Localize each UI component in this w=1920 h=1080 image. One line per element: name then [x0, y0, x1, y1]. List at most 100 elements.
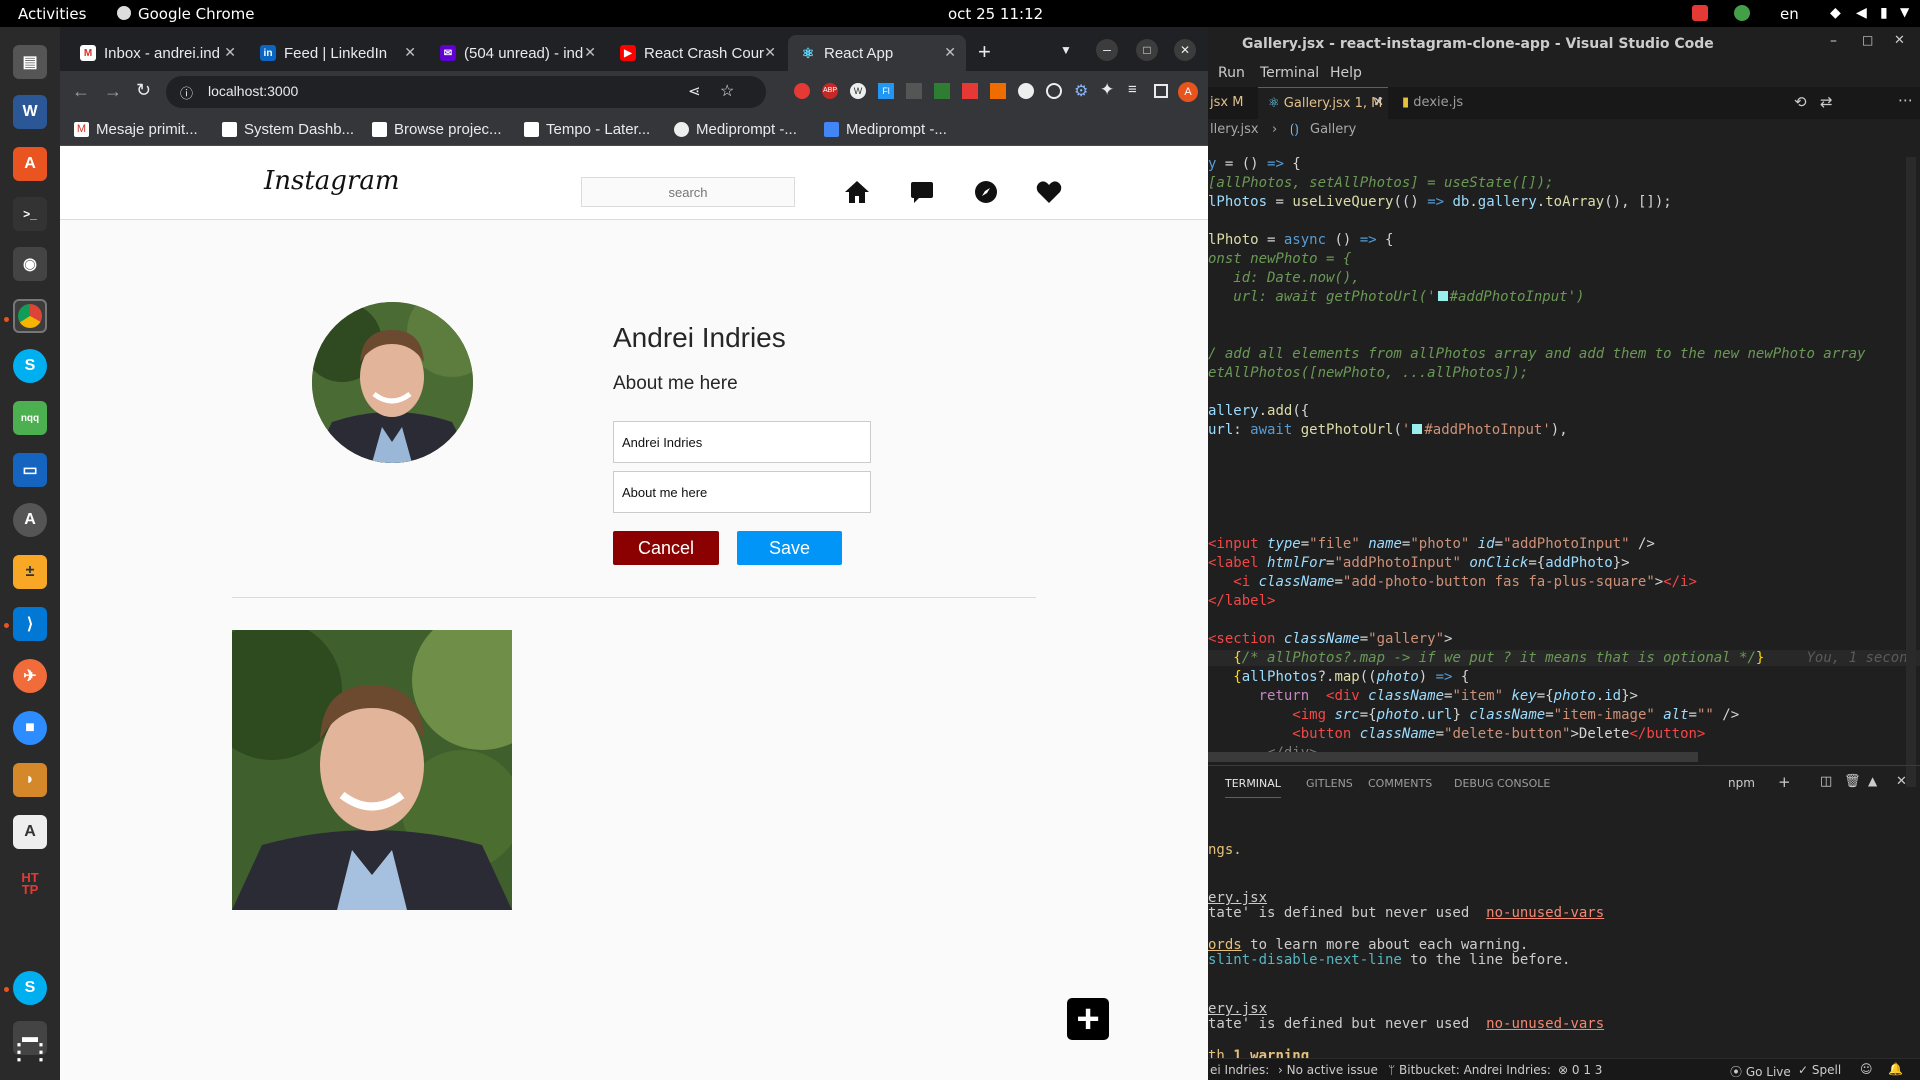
wifi-icon[interactable]: ◆ — [1830, 5, 1841, 21]
code-line[interactable]: allery.add({ — [1208, 403, 1309, 419]
save-button[interactable]: Save — [737, 531, 842, 565]
tab-yahoo-mail[interactable]: ✉ (504 unread) - ind ✕ — [428, 35, 606, 71]
media-control-icon[interactable]: ≡ — [1128, 81, 1137, 98]
indicator-green-icon[interactable] — [1734, 5, 1750, 21]
side-panel-icon[interactable] — [1154, 84, 1168, 98]
code-line[interactable]: y = () => { — [1208, 156, 1301, 172]
home-icon[interactable] — [844, 180, 870, 204]
extension-grid-icon[interactable] — [906, 83, 922, 99]
tab-gallery-jsx[interactable]: ⚛ Gallery.jsx 1, M ✕ — [1258, 87, 1388, 119]
share-icon[interactable]: ⋖ — [688, 82, 701, 100]
new-tab-button[interactable]: + — [978, 39, 991, 65]
tab-youtube[interactable]: ▶ React Crash Cour ✕ — [608, 35, 786, 71]
bookmark-item[interactable]: Tempo - Later... — [524, 121, 650, 138]
code-line[interactable]: url: await getPhotoUrl(' #addPhotoInput') — [1208, 289, 1584, 305]
reload-icon[interactable]: ↻ — [136, 80, 151, 101]
notepad-icon[interactable]: nqq — [13, 401, 47, 435]
extensions-puzzle-icon[interactable]: ✦ — [1100, 80, 1114, 100]
font-viewer-icon[interactable]: A — [13, 815, 47, 849]
extension-green-icon[interactable] — [934, 83, 950, 99]
code-line[interactable]: <i className="add-photo-button fas fa-pl… — [1208, 574, 1697, 590]
messages-icon[interactable] — [910, 180, 934, 204]
close-window-icon[interactable]: ✕ — [1174, 39, 1196, 61]
code-line[interactable]: </label> — [1208, 593, 1275, 609]
code-line[interactable]: <button className="delete-button">Delete… — [1208, 726, 1705, 742]
bookmark-item[interactable]: M Mesaje primit... — [74, 121, 198, 138]
postman-icon[interactable]: ✈ — [13, 659, 47, 693]
extension-gear-icon[interactable]: ⚙ — [1074, 81, 1088, 101]
keyboard-language[interactable]: en — [1780, 5, 1799, 23]
tab-jsx[interactable]: jsx M — [1208, 87, 1248, 119]
screen-recorder-icon[interactable]: ▭ — [13, 453, 47, 487]
close-window-icon[interactable]: ✕ — [1894, 33, 1905, 48]
extension-circle-icon[interactable] — [1046, 83, 1062, 99]
close-panel-icon[interactable]: ✕ — [1896, 774, 1907, 789]
code-line[interactable]: [allPhotos, setAllPhotos] = useState([])… — [1208, 175, 1554, 191]
tab-linkedin[interactable]: in Feed | LinkedIn ✕ — [248, 35, 426, 71]
terminal-shell-label[interactable]: npm — [1728, 776, 1755, 790]
status-go-live[interactable]: ⦿ Go Live — [1730, 1063, 1791, 1080]
more-actions-icon[interactable]: ⋯ — [1898, 91, 1913, 109]
httpie-icon[interactable]: HT TP — [13, 867, 47, 901]
close-icon[interactable]: ✕ — [1373, 95, 1384, 110]
vscode-icon[interactable]: ⟩ — [13, 607, 47, 641]
activities-button[interactable]: Activities — [18, 5, 86, 23]
screenshot-icon[interactable]: ◉ — [13, 247, 47, 281]
tab-search-chevron-icon[interactable]: ▼ — [1060, 43, 1072, 57]
code-line[interactable]: {/* allPhotos?.map -> if we put ? it mea… — [1208, 650, 1920, 666]
maximize-icon[interactable]: □ — [1862, 33, 1873, 47]
code-line[interactable]: <img src={photo.url} className="item-ima… — [1208, 707, 1739, 723]
adblock-icon[interactable]: ABP — [822, 83, 838, 99]
skype-icon[interactable]: S — [13, 349, 47, 383]
tab-dexie-js[interactable]: ▮ dexie.js — [1392, 87, 1512, 119]
site-info-icon[interactable]: ⓘ — [180, 83, 193, 102]
menu-run[interactable]: Run — [1218, 65, 1245, 81]
bookmark-item[interactable]: Mediprompt -... — [674, 121, 797, 138]
calculator-icon[interactable]: ± — [13, 555, 47, 589]
trash-icon[interactable]: 🗑 — [1844, 774, 1861, 789]
ubuntu-software-icon[interactable]: A — [13, 147, 47, 181]
breadcrumb-file[interactable]: llery.jsx — [1210, 122, 1259, 137]
status-problems[interactable]: ⊗ 0 1 3 — [1558, 1063, 1602, 1077]
code-line[interactable]: <label htmlFor="addPhotoInput" onClick={… — [1208, 555, 1630, 571]
tab-react-app[interactable]: ⚛ React App ✕ — [788, 35, 966, 71]
battery-icon[interactable]: ▮ — [1880, 5, 1888, 21]
address-bar[interactable]: ⓘ localhost:3000 ⋖ ☆ — [166, 76, 766, 108]
code-line[interactable]: lPhoto = async () => { — [1208, 232, 1393, 248]
close-icon[interactable]: ✕ — [944, 44, 956, 61]
instagram-logo[interactable]: Instagram — [264, 166, 400, 196]
dbeaver-icon[interactable]: ◗ — [13, 763, 47, 797]
code-line[interactable]: <section className="gallery"> — [1208, 631, 1452, 647]
maximize-icon[interactable]: □ — [1136, 39, 1158, 61]
clock[interactable]: oct 25 11:12 — [948, 5, 1043, 23]
code-line[interactable]: return <div className="item" key={photo.… — [1208, 688, 1638, 704]
back-icon[interactable]: ← — [72, 81, 90, 102]
app-grid-icon[interactable]: ⋮⋮ — [8, 1035, 52, 1069]
name-input[interactable] — [613, 421, 871, 463]
extension-fl-icon[interactable]: Fl — [878, 83, 894, 99]
software-updater-icon[interactable]: A — [13, 503, 47, 537]
indicator-red-icon[interactable] — [1692, 5, 1708, 21]
about-input[interactable] — [613, 471, 871, 513]
tab-gmail[interactable]: M Inbox - andrei.ind ✕ — [68, 35, 246, 71]
code-line[interactable]: onst newPhoto = { — [1208, 251, 1351, 267]
close-icon[interactable]: ✕ — [404, 44, 416, 61]
libreoffice-writer-icon[interactable]: W — [13, 95, 47, 129]
active-app-label[interactable]: Google Chrome — [138, 5, 255, 23]
extension-white-icon[interactable] — [1018, 83, 1034, 99]
minimize-icon[interactable]: – — [1830, 33, 1837, 49]
status-spell[interactable]: ✓ Spell — [1798, 1063, 1841, 1077]
add-photo-button[interactable]: + — [1067, 998, 1109, 1040]
bookmark-item[interactable]: Browse projec... — [372, 121, 502, 138]
profile-avatar[interactable]: A — [1178, 82, 1198, 102]
panel-tab-terminal[interactable]: TERMINAL — [1225, 777, 1281, 798]
editor-scrollbar[interactable] — [1906, 157, 1916, 787]
notifications-bell-icon[interactable]: 🔔 — [1888, 1062, 1903, 1076]
files-icon[interactable]: ▤ — [13, 45, 47, 79]
code-line[interactable]: <input type="file" name="photo" id="addP… — [1208, 536, 1655, 552]
bookmark-item[interactable]: Mediprompt -... — [824, 121, 947, 138]
extension-w-icon[interactable]: W — [850, 83, 866, 99]
timeline-icon[interactable]: ⟲ — [1794, 93, 1807, 111]
search-input[interactable] — [581, 177, 795, 207]
code-line[interactable]: {allPhotos?.map((photo) => { — [1208, 669, 1469, 685]
